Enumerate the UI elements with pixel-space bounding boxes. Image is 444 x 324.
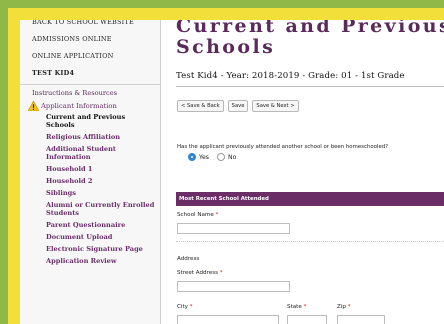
page-title-line2: Schools bbox=[176, 36, 276, 58]
save-button[interactable]: Save bbox=[227, 100, 249, 112]
state-label-text: State bbox=[287, 304, 302, 310]
city-input[interactable] bbox=[177, 315, 279, 324]
radio-no-label: No bbox=[228, 153, 237, 161]
page-title: Current and Previous Schools bbox=[176, 20, 444, 58]
sidebar-item-instructions[interactable]: Instructions & Resources bbox=[32, 88, 160, 99]
previous-school-radio-group: Yes No bbox=[188, 153, 244, 161]
sidebar-item-additional-info[interactable]: Additional Student Information bbox=[46, 145, 156, 161]
save-next-button[interactable]: Save & Next > bbox=[252, 100, 299, 112]
state-select[interactable] bbox=[287, 315, 327, 324]
subtitle-divider bbox=[176, 86, 444, 87]
required-mark: * bbox=[215, 212, 219, 218]
applicant-name-link[interactable]: TEST KID4 bbox=[32, 65, 160, 82]
zip-label: Zip * bbox=[337, 304, 351, 310]
state-label: State * bbox=[287, 304, 306, 310]
sidebar-item-parent-questionnaire[interactable]: Parent Questionnaire bbox=[46, 221, 160, 229]
applicant-subtitle: Test Kid4 - Year: 2018-2019 - Grade: 01 … bbox=[176, 71, 405, 81]
radio-yes[interactable] bbox=[188, 153, 196, 161]
sidebar-item-alumni[interactable]: Alumni or Currently Enrolled Students bbox=[46, 201, 156, 217]
save-back-button[interactable]: < Save & Back bbox=[177, 100, 224, 112]
section-header-most-recent-school: Most Recent School Attended bbox=[176, 192, 444, 206]
previous-school-question: Has the applicant previously attended an… bbox=[177, 144, 389, 150]
page-title-line1: Current and Previous bbox=[176, 20, 444, 37]
school-name-label-text: School Name bbox=[177, 212, 214, 218]
street-address-label: Street Address * bbox=[177, 270, 223, 276]
required-mark: * bbox=[303, 304, 307, 310]
radio-yes-label: Yes bbox=[199, 153, 209, 161]
sidebar-item-siblings[interactable]: Siblings bbox=[46, 189, 160, 197]
zip-label-text: Zip bbox=[337, 304, 346, 310]
city-label: City * bbox=[177, 304, 193, 310]
sidebar-item-application-review[interactable]: Application Review bbox=[46, 257, 160, 265]
back-to-school-link[interactable]: BACK TO SCHOOL WEBSITE bbox=[32, 20, 160, 31]
required-mark: * bbox=[219, 270, 223, 276]
radio-no[interactable] bbox=[217, 153, 225, 161]
school-name-label: School Name * bbox=[177, 212, 218, 218]
required-mark: * bbox=[347, 304, 351, 310]
sidebar-item-applicant-information[interactable]: Applicant Information bbox=[28, 99, 160, 113]
zip-input[interactable] bbox=[337, 315, 385, 324]
required-mark: * bbox=[189, 304, 193, 310]
online-application-link[interactable]: ONLINE APPLICATION bbox=[32, 48, 160, 65]
street-address-input[interactable] bbox=[177, 281, 290, 292]
sidebar-item-current-schools[interactable]: Current and Previous Schools bbox=[46, 113, 156, 129]
main-content: Current and Previous Schools Test Kid4 -… bbox=[176, 20, 444, 324]
sidebar-item-signature-page[interactable]: Electronic Signature Page bbox=[46, 245, 160, 253]
sidebar-item-label: Applicant Information bbox=[41, 102, 117, 110]
sidebar: BACK TO SCHOOL WEBSITE ADMISSIONS ONLINE… bbox=[20, 20, 161, 324]
sidebar-item-household-2[interactable]: Household 2 bbox=[46, 177, 160, 185]
street-address-label-text: Street Address bbox=[177, 270, 219, 276]
address-heading: Address bbox=[177, 256, 200, 262]
sidebar-item-religious-affiliation[interactable]: Religious Affiliation bbox=[46, 133, 160, 141]
section-divider bbox=[176, 241, 444, 242]
sidebar-top-links: BACK TO SCHOOL WEBSITE ADMISSIONS ONLINE… bbox=[20, 20, 160, 82]
sidebar-item-document-upload[interactable]: Document Upload bbox=[46, 233, 160, 241]
save-toolbar: < Save & Back Save Save & Next > bbox=[177, 100, 299, 112]
application-window: BACK TO SCHOOL WEBSITE ADMISSIONS ONLINE… bbox=[20, 20, 444, 324]
warning-icon bbox=[28, 101, 39, 111]
school-name-input[interactable] bbox=[177, 223, 290, 234]
sidebar-divider bbox=[20, 84, 160, 85]
sidebar-item-household-1[interactable]: Household 1 bbox=[46, 165, 160, 173]
sidebar-nav: Instructions & Resources Applicant Infor… bbox=[20, 88, 160, 265]
sidebar-subnav: Current and Previous Schools Religious A… bbox=[32, 113, 160, 265]
city-label-text: City bbox=[177, 304, 188, 310]
admissions-online-link[interactable]: ADMISSIONS ONLINE bbox=[32, 31, 160, 48]
